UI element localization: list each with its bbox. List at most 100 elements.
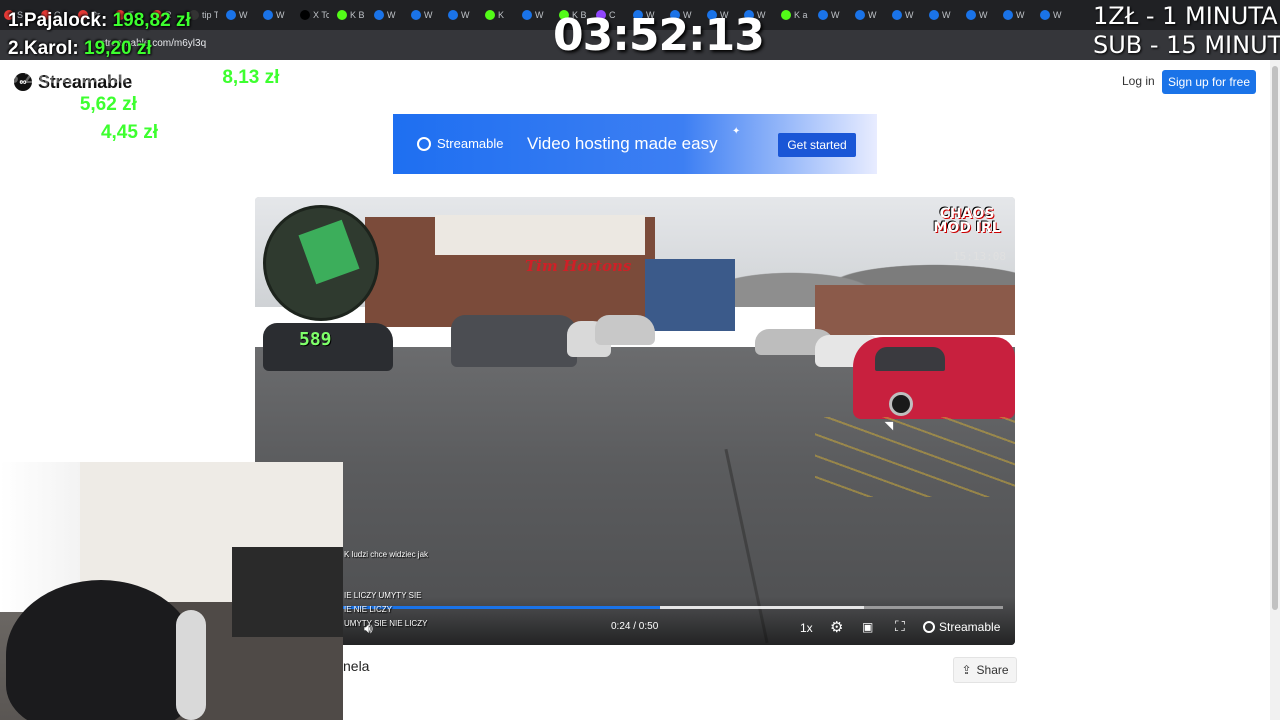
player-brand-text: Streamable — [939, 620, 1001, 634]
donor-entry: 5.ebeebe: 4,45 zł — [8, 122, 158, 144]
rate-info-line: 1ZŁ - 1 MINUTA — [1093, 2, 1278, 30]
browser-tab[interactable]: W — [966, 6, 1000, 24]
browser-tab[interactable]: W — [411, 6, 445, 24]
tab-label: W — [979, 10, 988, 20]
webcam-streamer — [6, 580, 196, 720]
tab-label: W — [905, 10, 914, 20]
donor-name: 4.rasjji: — [8, 94, 75, 115]
browser-tab[interactable]: W — [1003, 6, 1037, 24]
streamer-webcam — [0, 462, 343, 720]
tab-favicon-icon — [855, 10, 865, 20]
donor-amount: 5,62 zł — [79, 94, 137, 115]
browser-tab[interactable]: W — [929, 6, 963, 24]
minimap — [263, 205, 379, 321]
browser-tab[interactable]: W — [374, 6, 408, 24]
browser-tab[interactable]: W — [448, 6, 482, 24]
tab-label: W — [424, 10, 433, 20]
donor-amount: 8,13 zł — [222, 67, 280, 88]
tab-favicon-icon — [1040, 10, 1050, 20]
video-parking-lines — [815, 417, 1015, 497]
video-wheel — [889, 392, 913, 416]
donor-name: 2.Karol: — [8, 38, 79, 59]
donor-entry: 4.rasjji: 5,62 zł — [8, 94, 137, 116]
login-link[interactable]: Log in — [1122, 74, 1155, 88]
browser-tab[interactable]: K — [485, 6, 519, 24]
donor-name: 5.ebeebe: — [8, 122, 96, 143]
video-clock: 15:13:08 — [953, 250, 1006, 263]
tab-favicon-icon — [522, 10, 532, 20]
donor-amount: 198,82 zł — [112, 10, 191, 31]
store-sign: Tim Hortons — [525, 257, 632, 275]
browser-tab[interactable]: W — [522, 6, 556, 24]
browser-tab[interactable]: tip Ti — [189, 6, 223, 24]
video-car — [595, 315, 655, 345]
share-icon: ⇪ — [961, 663, 972, 677]
playback-rate-button[interactable]: 1x — [800, 621, 813, 635]
browser-tab[interactable]: K B — [337, 6, 371, 24]
browser-tab[interactable]: W — [892, 6, 926, 24]
signup-button[interactable]: Sign up for free — [1162, 70, 1256, 94]
tab-label: K B — [350, 10, 365, 20]
speed-readout: 589 — [299, 329, 332, 350]
chat-line: IE NIE LICZY — [344, 605, 393, 614]
settings-gear-icon[interactable]: ⚙ — [830, 618, 843, 636]
donor-amount: 4,45 zł — [100, 122, 158, 143]
chat-line: UMYTY SIE NIE LICZY — [344, 619, 428, 628]
browser-tab[interactable]: W — [818, 6, 852, 24]
tab-favicon-icon — [448, 10, 458, 20]
donor-entry: 3.zajawnowana kobyła: 8,13 zł — [8, 67, 279, 89]
browser-tab[interactable]: W — [226, 6, 260, 24]
chaos-mod-logo: CHAOS MOD IRL — [933, 206, 1001, 236]
page-scrollbar-thumb[interactable] — [1272, 66, 1278, 610]
tab-label: W — [831, 10, 840, 20]
tab-label: K — [498, 10, 505, 20]
tab-label: W — [1053, 10, 1062, 20]
tab-favicon-icon — [337, 10, 347, 20]
minimap-park — [298, 219, 360, 285]
banner-tagline: Video hosting made easy — [527, 134, 718, 153]
tab-label: K a — [794, 10, 808, 20]
browser-tab[interactable]: W — [1040, 6, 1074, 24]
video-red-car — [853, 337, 1015, 419]
fullscreen-icon[interactable]: ⛶ — [895, 618, 905, 635]
browser-tab[interactable]: X Tc — [300, 6, 334, 24]
tab-label: W — [535, 10, 544, 20]
tab-favicon-icon — [818, 10, 828, 20]
browser-tab[interactable]: K a — [781, 6, 815, 24]
subathon-timer: 03:52:13 — [553, 10, 765, 61]
donor-amount: 19,20 zł — [84, 38, 152, 59]
get-started-button[interactable]: Get started — [778, 133, 856, 157]
tab-favicon-icon — [892, 10, 902, 20]
banner-logo: Streamable — [417, 136, 503, 151]
donor-name: 1.Pajalock: — [8, 10, 108, 31]
tab-favicon-icon — [485, 10, 495, 20]
browser-tab[interactable]: W — [263, 6, 297, 24]
share-button[interactable]: ⇪ Share — [953, 657, 1017, 683]
tab-favicon-icon — [226, 10, 236, 20]
tab-favicon-icon — [411, 10, 421, 20]
picture-in-picture-icon[interactable]: ▣ — [862, 620, 873, 634]
tab-favicon-icon — [781, 10, 791, 20]
tab-label: W — [461, 10, 470, 20]
tab-label: tip Ti — [202, 10, 218, 20]
donor-name: 3.zajawnowana kobyła: — [8, 67, 218, 88]
video-timecode: 0:24 / 0:50 — [611, 621, 659, 632]
tab-label: W — [387, 10, 396, 20]
tab-favicon-icon — [300, 10, 310, 20]
video-player[interactable]: Tim Hortons 589 CHAOS MOD IRL 15:13:08 🔊… — [255, 197, 1015, 645]
tab-label: W — [276, 10, 285, 20]
share-label: Share — [976, 663, 1009, 677]
ad-banner[interactable]: Streamable Video hosting made easy ✦ Get… — [393, 114, 877, 174]
video-building — [815, 285, 1015, 335]
tab-label: W — [868, 10, 877, 20]
chat-line: IE LICZY UMYTY SIE — [344, 591, 422, 600]
tab-favicon-icon — [1003, 10, 1013, 20]
video-progress-bar[interactable] — [343, 606, 1003, 609]
webcam-monitor — [232, 547, 343, 637]
banner-brand: Streamable — [437, 136, 504, 151]
browser-tab[interactable]: W — [855, 6, 889, 24]
player-brand[interactable]: Streamable — [923, 620, 1000, 634]
sparkle-icon: ✦ — [732, 126, 741, 137]
video-store-facade — [435, 215, 645, 255]
tab-label: W — [1016, 10, 1025, 20]
